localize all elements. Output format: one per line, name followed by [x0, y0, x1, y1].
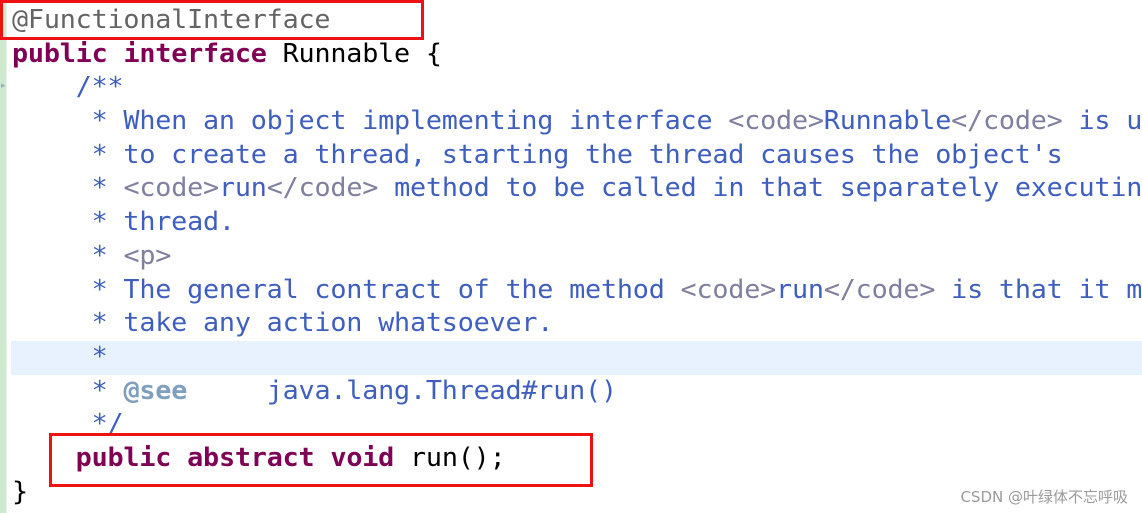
- code-token-plain: }: [12, 476, 28, 507]
- code-token-kw: public: [12, 38, 108, 69]
- method-highlight-box: [49, 433, 593, 487]
- code-token-doc: is used: [1078, 106, 1142, 137]
- code-line[interactable]: * <p>: [12, 240, 1142, 274]
- code-token-doc: /**: [75, 72, 124, 103]
- code-token-tag: </code>: [266, 173, 379, 204]
- code-token-doc: * thread.: [91, 207, 235, 238]
- code-token-tag: <p>: [123, 240, 172, 271]
- code-line[interactable]: public interface Runnable {: [12, 38, 1142, 72]
- code-line[interactable]: * thread.: [12, 206, 1142, 240]
- code-token-tag: <code>: [728, 106, 824, 137]
- code-token-tag: </code>: [951, 106, 1063, 137]
- code-token-doctag: @see: [123, 375, 188, 406]
- code-token-doc: * When an object implementing interface: [91, 106, 729, 137]
- code-line[interactable]: * @see java.lang.Thread#run(): [12, 375, 1142, 409]
- code-token-tag: </code>: [823, 274, 936, 305]
- annotation-highlight-box: [0, 0, 424, 40]
- code-line[interactable]: /**: [12, 71, 1142, 105]
- code-editor: ▸ @FunctionalInterface public interface R…: [0, 0, 1142, 513]
- code-line[interactable]: * When an object implementing interface …: [12, 105, 1142, 139]
- code-token-doc: Runnable: [823, 106, 952, 137]
- code-line[interactable]: * to create a thread, starting the threa…: [12, 139, 1142, 173]
- gutter-divider: [6, 0, 7, 513]
- code-token-doc: * take any action whatsoever.: [91, 308, 554, 339]
- code-line[interactable]: *: [12, 341, 1142, 375]
- code-token-kw: interface: [123, 38, 267, 69]
- code-token-doc: *: [91, 341, 108, 372]
- code-token-doc: *: [91, 173, 124, 204]
- code-token-doc: run: [776, 274, 824, 305]
- code-token-doc: *: [91, 240, 124, 271]
- code-token-tag: <code>: [680, 274, 777, 305]
- code-token-doc: method to be called in that separately e…: [378, 173, 1142, 204]
- code-token-doc: is that it may: [951, 274, 1142, 305]
- code-line[interactable]: * <code>run</code> method to be called i…: [12, 172, 1142, 206]
- fold-toggle-icon[interactable]: ▸: [1, 82, 6, 91]
- code-token-doc: *: [91, 375, 124, 406]
- code-token-tag: <code>: [123, 173, 219, 204]
- code-token-doc: java.lang.Thread#run(): [187, 375, 617, 406]
- watermark: CSDN @叶绿体不忘呼吸: [960, 488, 1128, 506]
- code-line[interactable]: * take any action whatsoever.: [12, 307, 1142, 341]
- code-token-doc: * The general contract of the method: [91, 274, 681, 305]
- code-token-doc: * to create a thread, starting the threa…: [91, 139, 1063, 170]
- code-token-plain: Runnable {: [266, 38, 442, 69]
- code-line[interactable]: * The general contract of the method <co…: [12, 274, 1142, 308]
- code-token-doc: run: [218, 173, 267, 204]
